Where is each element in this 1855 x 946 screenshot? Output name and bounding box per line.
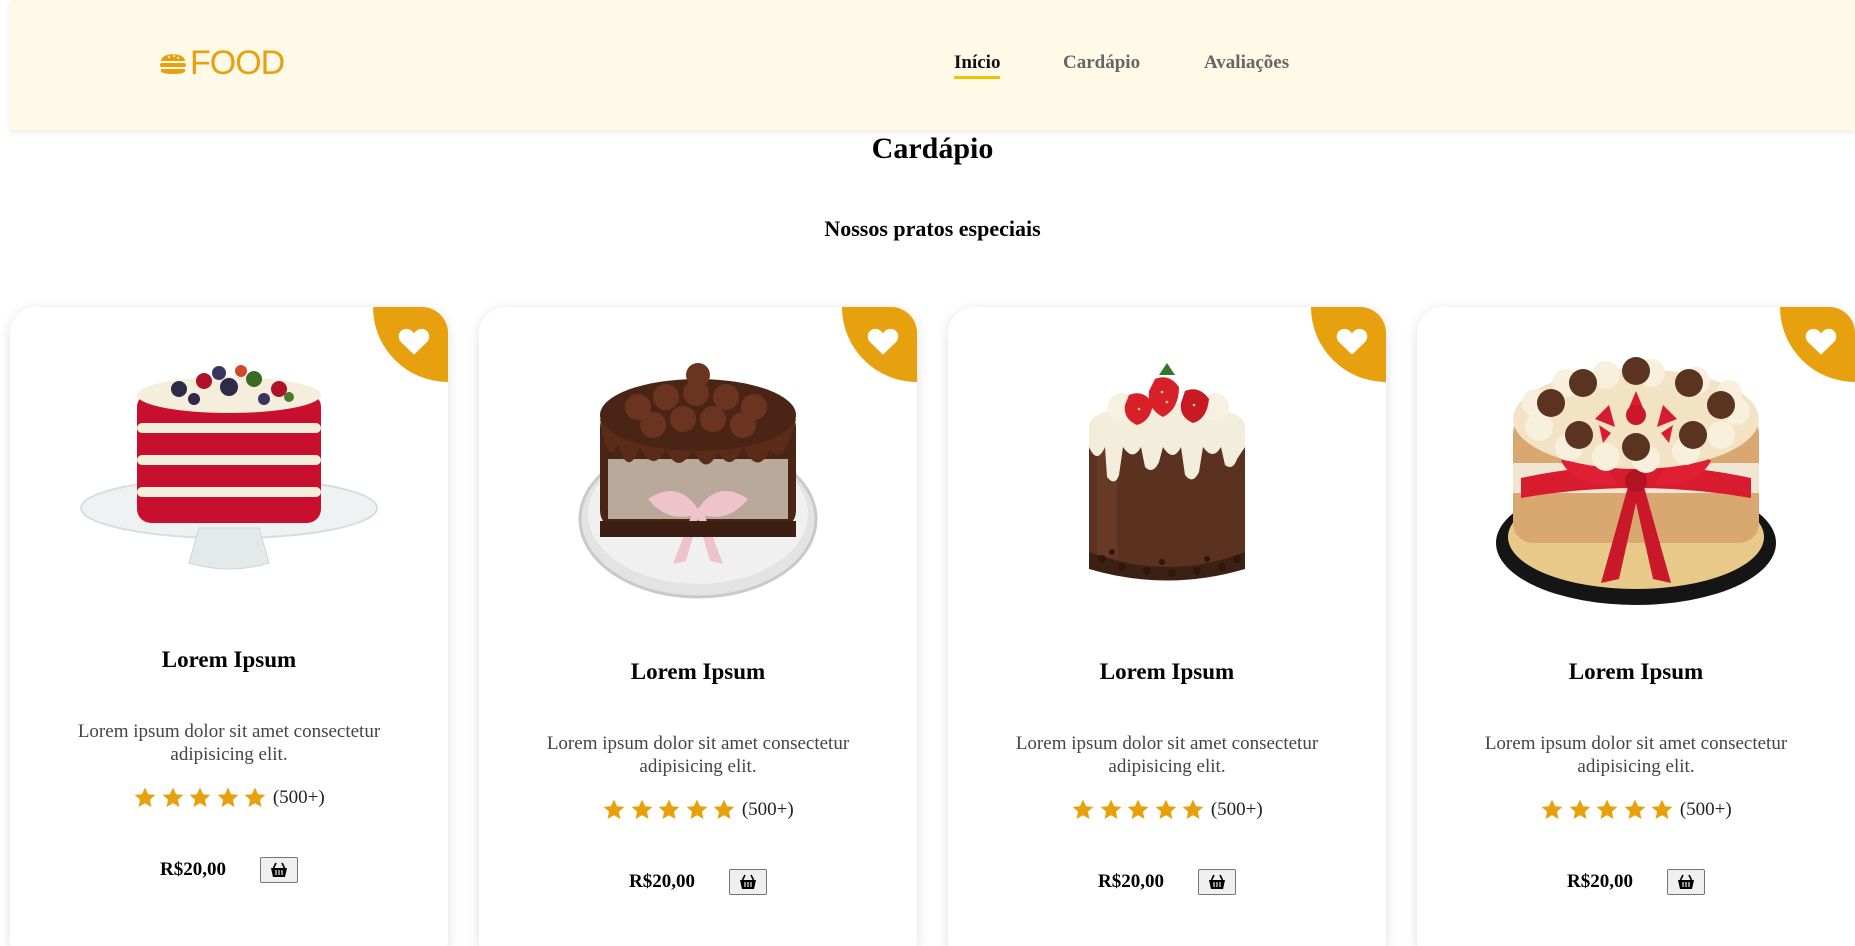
nav-link-cardapio[interactable]: Cardápio: [1063, 52, 1140, 74]
price-row: R$20,00: [479, 869, 917, 895]
star-icon: [1596, 799, 1618, 819]
star-icon: [189, 787, 211, 807]
section-title: Cardápio: [871, 132, 994, 165]
add-to-cart-button[interactable]: [259, 857, 298, 883]
star-icon: [162, 787, 184, 807]
star-icon: [1072, 799, 1094, 819]
rating: (500+): [479, 798, 917, 822]
basket-icon: [739, 874, 756, 889]
heart-icon: [398, 328, 429, 355]
basket-icon: [1677, 874, 1694, 889]
rating-count: (500+): [1679, 799, 1732, 820]
favorite-button[interactable]: [1780, 307, 1855, 382]
price: R$20,00: [160, 859, 226, 880]
star-icon: [244, 787, 266, 807]
basket-icon: [1208, 874, 1225, 889]
heart-icon: [1805, 328, 1836, 355]
star-icon: [1624, 799, 1646, 819]
price: R$20,00: [1098, 871, 1164, 892]
star-icon: [1100, 799, 1122, 819]
rating-count: (500+): [741, 799, 794, 820]
rating: (500+): [1417, 798, 1855, 822]
cake-image: [80, 365, 378, 570]
price: R$20,00: [1567, 871, 1633, 892]
card-description: Lorem ipsum dolor sit amet consectetur a…: [77, 721, 381, 765]
star-icon: [631, 799, 653, 819]
product-card: Lorem Ipsum Lorem ipsum dolor sit amet c…: [1417, 307, 1855, 946]
price-row: R$20,00: [948, 869, 1386, 895]
star-icon: [134, 787, 156, 807]
price-row: R$20,00: [1417, 869, 1855, 895]
heart-icon: [867, 328, 898, 355]
star-icon: [603, 799, 625, 819]
cake-image: [1089, 363, 1245, 581]
star-icon: [217, 787, 239, 807]
card-description: Lorem ipsum dolor sit amet consectetur a…: [1484, 733, 1788, 777]
star-icon: [1127, 799, 1149, 819]
site-header: FOOD Início Cardápio Avaliações: [10, 0, 1855, 130]
nav-link-inicio[interactable]: Início: [954, 52, 1001, 79]
card-title: Lorem Ipsum: [1568, 659, 1704, 684]
add-to-cart-button[interactable]: [1197, 869, 1236, 895]
card-title: Lorem Ipsum: [161, 647, 297, 672]
cake-image: [578, 363, 818, 599]
rating-count: (500+): [272, 787, 325, 808]
favorite-button[interactable]: [842, 307, 917, 382]
add-to-cart-button[interactable]: [728, 869, 767, 895]
product-card: Lorem Ipsum Lorem ipsum dolor sit amet c…: [948, 307, 1386, 946]
star-icon: [1182, 799, 1204, 819]
basket-icon: [270, 862, 287, 877]
star-icon: [1541, 799, 1563, 819]
star-icon: [1155, 799, 1177, 819]
card-title: Lorem Ipsum: [630, 659, 766, 684]
star-icon: [1651, 799, 1673, 819]
logo-text: FOOD: [190, 44, 285, 82]
burger-icon: [160, 54, 186, 74]
add-to-cart-button[interactable]: [1666, 869, 1705, 895]
star-icon: [686, 799, 708, 819]
logo-link[interactable]: FOOD: [158, 44, 285, 82]
rating-count: (500+): [1210, 799, 1263, 820]
product-card: Lorem Ipsum Lorem ipsum dolor sit amet c…: [10, 307, 448, 946]
star-icon: [713, 799, 735, 819]
heart-icon: [1336, 328, 1367, 355]
rating: (500+): [10, 786, 448, 810]
product-card: Lorem Ipsum Lorem ipsum dolor sit amet c…: [479, 307, 917, 946]
card-description: Lorem ipsum dolor sit amet consectetur a…: [546, 733, 850, 777]
price: R$20,00: [629, 871, 695, 892]
nav-link-avaliacoes[interactable]: Avaliações: [1204, 52, 1289, 74]
cake-image: [1496, 357, 1776, 605]
card-title: Lorem Ipsum: [1099, 659, 1235, 684]
star-icon: [1569, 799, 1591, 819]
star-icon: [658, 799, 680, 819]
section-subtitle: Nossos pratos especiais: [824, 216, 1041, 241]
card-description: Lorem ipsum dolor sit amet consectetur a…: [1015, 733, 1319, 777]
rating: (500+): [948, 798, 1386, 822]
price-row: R$20,00: [10, 857, 448, 883]
favorite-button[interactable]: [1311, 307, 1386, 382]
favorite-button[interactable]: [373, 307, 448, 382]
